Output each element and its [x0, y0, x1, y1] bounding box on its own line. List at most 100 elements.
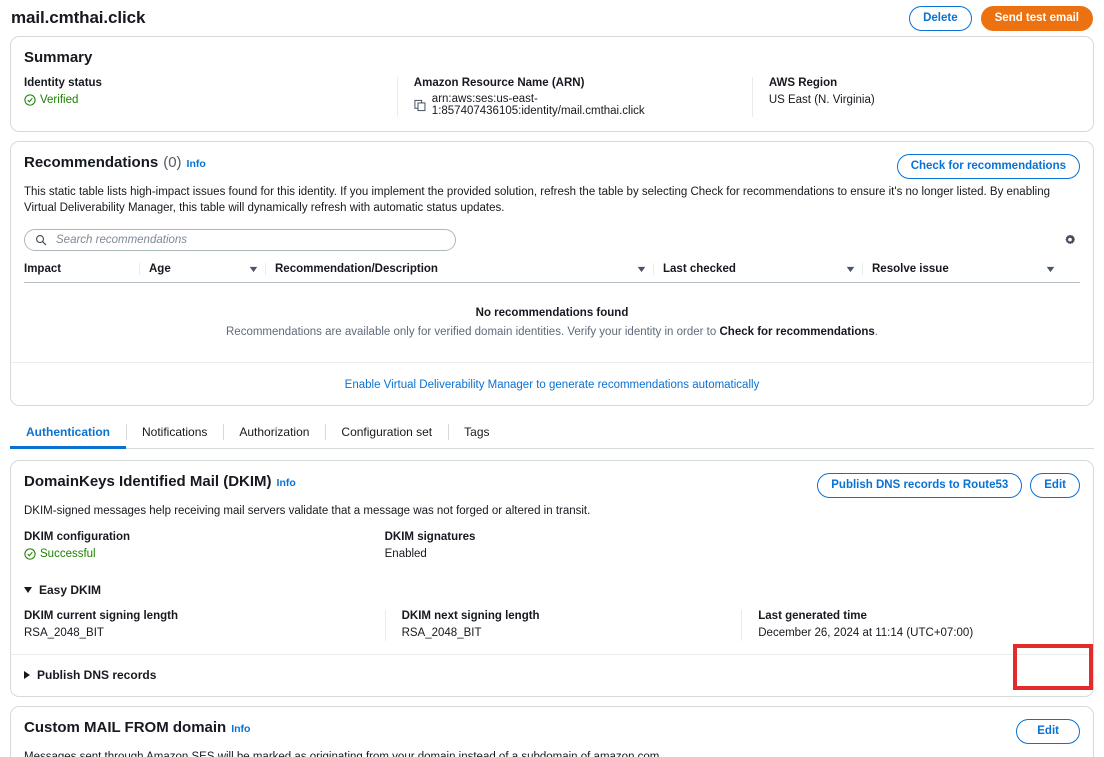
dkim-actions: Publish DNS records to Route53 Edit [817, 473, 1080, 498]
tab-configuration-set[interactable]: Configuration set [325, 419, 448, 448]
recommendations-info-link[interactable]: Info [187, 158, 206, 170]
search-box[interactable] [24, 229, 456, 251]
identity-status-label: Identity status [24, 77, 102, 89]
sort-icon[interactable] [1046, 265, 1055, 274]
copy-icon[interactable] [414, 99, 426, 112]
table-preferences-button[interactable] [1063, 231, 1080, 249]
dkim-header: DomainKeys Identified Mail (DKIM) Info P… [24, 473, 1080, 498]
header-actions: Delete Send test email [909, 5, 1093, 31]
dkim-next-signing-length: DKIM next signing length RSA_2048_BIT [384, 610, 742, 641]
dkim-last-generated-time-label: Last generated time [758, 610, 867, 622]
recommendations-footer: Enable Virtual Deliverability Manager to… [11, 362, 1093, 405]
sort-icon[interactable] [637, 265, 646, 274]
recommendations-table-header: Impact Age Recommendation/Description La… [24, 263, 1080, 283]
empty-state-subtitle-post: . [874, 326, 878, 338]
column-header-recommendation-label: Recommendation/Description [275, 263, 438, 275]
empty-state-title: No recommendations found [475, 307, 629, 319]
tab-authentication[interactable]: Authentication [10, 419, 126, 449]
easy-dkim-label: Easy DKIM [39, 583, 102, 597]
page-header: mail.cmthai.click Delete Send test email [0, 0, 1104, 36]
mail-from-description: Messages sent through Amazon SES will be… [24, 751, 663, 757]
sort-icon[interactable] [846, 265, 855, 274]
recommendations-card: Recommendations (0) Info Check for recom… [10, 141, 1094, 406]
dkim-current-signing-length-value: RSA_2048_BIT [24, 627, 104, 639]
dkim-card: DomainKeys Identified Mail (DKIM) Info P… [10, 460, 1094, 697]
column-header-impact-label: Impact [24, 263, 62, 275]
dkim-title: DomainKeys Identified Mail (DKIM) Info [24, 473, 296, 490]
dkim-status-columns: DKIM configuration Successful DKIM signa… [24, 531, 1080, 565]
dkim-title-text: DomainKeys Identified Mail (DKIM) [24, 473, 272, 490]
arn-row: arn:aws:ses:us-east-1:857407436105:ident… [414, 93, 738, 117]
recommendations-title-text: Recommendations [24, 154, 159, 171]
dkim-signatures-label: DKIM signatures [384, 531, 476, 543]
gear-icon [1063, 233, 1077, 247]
publish-dns-records-expander[interactable]: Publish DNS records [24, 668, 1080, 682]
dkim-current-signing-length-label: DKIM current signing length [24, 610, 178, 622]
column-header-age-label: Age [149, 263, 171, 275]
column-header-last-checked-label: Last checked [663, 263, 736, 275]
delete-button[interactable]: Delete [909, 5, 972, 31]
empty-state-subtitle-pre: Recommendations are available only for v… [226, 326, 720, 338]
arn-value: arn:aws:ses:us-east-1:857407436105:ident… [431, 93, 645, 117]
empty-state-subtitle: Recommendations are available only for v… [24, 326, 1080, 338]
publish-dns-records-section: Publish DNS records [11, 654, 1093, 696]
identity-status-value-wrap: Verified [24, 94, 78, 106]
recommendations-header: Recommendations (0) Info Check for recom… [24, 154, 1080, 179]
column-header-resolve-issue[interactable]: Resolve issue [862, 263, 1062, 275]
dkim-next-signing-length-label: DKIM next signing length [401, 610, 540, 622]
column-header-resolve-issue-label: Resolve issue [872, 263, 949, 275]
easy-dkim-expander[interactable]: Easy DKIM [24, 583, 1080, 597]
summary-title: Summary [24, 49, 1080, 66]
identity-tabs: Authentication Notifications Authorizati… [10, 419, 1094, 449]
send-test-email-button[interactable]: Send test email [980, 5, 1093, 31]
summary-arn: Amazon Resource Name (ARN) arn:aws:ses:u… [396, 77, 752, 117]
publish-dns-route53-button[interactable]: Publish DNS records to Route53 [817, 473, 1023, 498]
chevron-down-icon [24, 587, 32, 593]
tab-configuration-set-label: Configuration set [341, 425, 433, 439]
tab-notifications[interactable]: Notifications [126, 419, 223, 448]
column-header-recommendation[interactable]: Recommendation/Description [265, 263, 653, 275]
summary-region: AWS Region US East (N. Virginia) [751, 77, 1080, 117]
tab-tags[interactable]: Tags [448, 419, 505, 448]
recommendations-toolbar [24, 229, 1080, 251]
dkim-configuration-value-wrap: Successful [24, 548, 96, 560]
mail-from-card: Custom MAIL FROM domain Info Edit Messag… [10, 706, 1094, 757]
region-value: US East (N. Virginia) [768, 94, 875, 106]
recommendations-description: This static table lists high-impact issu… [24, 186, 1051, 214]
mail-from-title: Custom MAIL FROM domain Info [24, 719, 250, 736]
tab-notifications-label: Notifications [142, 425, 208, 439]
arn-label: Amazon Resource Name (ARN) [413, 77, 585, 89]
check-circle-icon [24, 94, 36, 106]
check-for-recommendations-button[interactable]: Check for recommendations [896, 154, 1080, 179]
summary-title-text: Summary [24, 49, 93, 66]
dkim-configuration-label: DKIM configuration [24, 531, 131, 543]
dkim-configuration-value: Successful [40, 548, 96, 560]
dkim-edit-button[interactable]: Edit [1030, 473, 1080, 498]
tab-authorization[interactable]: Authorization [223, 419, 325, 448]
mail-from-edit-button[interactable]: Edit [1016, 719, 1080, 744]
dkim-last-generated-time-value: December 26, 2024 at 11:14 (UTC+07:00) [758, 627, 974, 639]
tab-authentication-label: Authentication [26, 425, 110, 439]
recommendations-empty-state: No recommendations found Recommendations… [24, 283, 1080, 360]
sort-icon[interactable] [249, 265, 258, 274]
mail-from-header: Custom MAIL FROM domain Info Edit [24, 719, 1080, 744]
empty-state-subtitle-bold: Check for recommendations [719, 326, 875, 338]
summary-card: Summary Identity status Verified Amazon … [10, 36, 1094, 132]
search-input[interactable] [54, 233, 445, 247]
tab-authorization-label: Authorization [239, 425, 310, 439]
recommendations-title: Recommendations (0) Info [24, 154, 206, 171]
recommendations-table: Impact Age Recommendation/Description La… [24, 263, 1080, 360]
column-header-age[interactable]: Age [139, 263, 265, 275]
column-header-impact[interactable]: Impact [24, 263, 139, 275]
column-header-last-checked[interactable]: Last checked [653, 263, 862, 275]
region-label: AWS Region [768, 77, 838, 89]
easy-dkim-columns: DKIM current signing length RSA_2048_BIT… [24, 610, 1080, 641]
identity-status-value: Verified [40, 94, 79, 106]
dkim-signatures-value: Enabled [384, 548, 427, 560]
mail-from-title-text: Custom MAIL FROM domain [24, 719, 227, 736]
enable-vdm-link[interactable]: Enable Virtual Deliverability Manager to… [345, 379, 760, 391]
dkim-current-signing-length: DKIM current signing length RSA_2048_BIT [24, 610, 385, 641]
dkim-signatures: DKIM signatures Enabled [385, 531, 742, 565]
mail-from-info-link[interactable]: Info [231, 723, 250, 735]
dkim-info-link[interactable]: Info [277, 477, 296, 489]
